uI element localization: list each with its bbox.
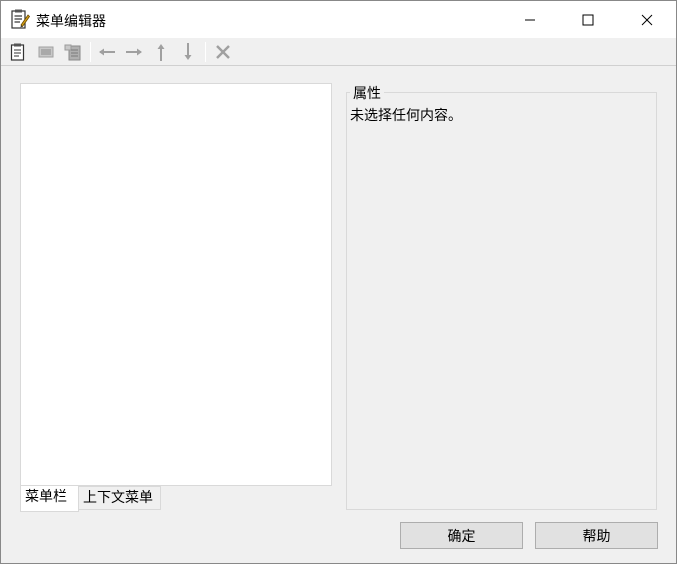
new-item-icon bbox=[10, 43, 25, 61]
title-bar[interactable]: 菜单编辑器 bbox=[1, 1, 676, 38]
arrow-right-icon bbox=[126, 48, 142, 56]
properties-legend: 属性 bbox=[350, 83, 384, 103]
ok-button-label: 确定 bbox=[447, 528, 476, 545]
maximize-icon bbox=[582, 14, 594, 25]
new-separator-button[interactable] bbox=[35, 41, 57, 63]
tab-context-menu-label: 上下文菜单 bbox=[83, 490, 153, 506]
new-separator-icon bbox=[38, 46, 54, 58]
minimize-button[interactable] bbox=[501, 1, 559, 38]
move-right-button[interactable] bbox=[123, 41, 145, 63]
maximize-button[interactable] bbox=[559, 1, 617, 38]
arrow-up-icon bbox=[157, 44, 165, 61]
delete-icon bbox=[216, 45, 230, 59]
move-left-button[interactable] bbox=[96, 41, 118, 63]
arrow-left-icon bbox=[99, 48, 115, 56]
move-up-button[interactable] bbox=[150, 41, 172, 63]
window-title: 菜单编辑器 bbox=[36, 14, 106, 30]
delete-button[interactable] bbox=[212, 41, 234, 63]
menu-editor-app-icon bbox=[10, 9, 31, 29]
toolbar-separator bbox=[205, 42, 206, 62]
help-button[interactable]: 帮助 bbox=[535, 522, 658, 549]
properties-empty-message: 未选择任何内容。 bbox=[350, 108, 462, 124]
menu-tree-panel[interactable] bbox=[20, 83, 332, 486]
close-icon bbox=[641, 14, 653, 25]
move-down-button[interactable] bbox=[177, 41, 199, 63]
toolbar bbox=[1, 38, 676, 66]
ok-button[interactable]: 确定 bbox=[400, 522, 523, 549]
properties-group bbox=[346, 92, 657, 510]
menu-editor-window: 菜单编辑器 上下文菜单 菜单栏 属性 未选择任何内容。 确定 帮助 bbox=[0, 0, 677, 564]
close-button[interactable] bbox=[618, 1, 676, 38]
tab-menubar-label: 菜单栏 bbox=[25, 489, 67, 505]
new-item-button[interactable] bbox=[7, 41, 29, 63]
minimize-icon bbox=[525, 19, 535, 20]
toolbar-separator bbox=[90, 42, 91, 62]
new-submenu-button[interactable] bbox=[62, 41, 84, 63]
arrow-down-icon bbox=[184, 43, 192, 60]
tab-menubar[interactable]: 菜单栏 bbox=[20, 486, 79, 512]
help-button-label: 帮助 bbox=[582, 528, 611, 545]
tab-context-menu[interactable]: 上下文菜单 bbox=[79, 486, 161, 510]
new-submenu-icon bbox=[64, 44, 81, 61]
